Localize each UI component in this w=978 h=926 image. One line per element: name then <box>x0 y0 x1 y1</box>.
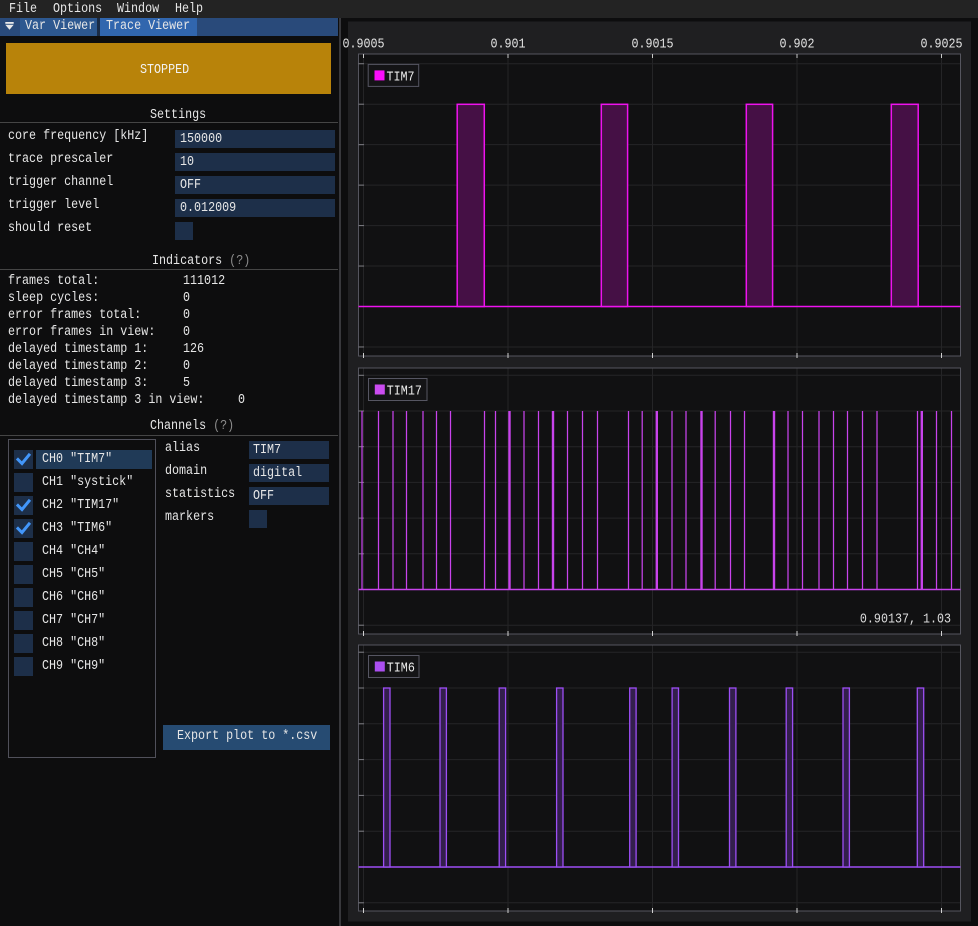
svg-text:TIM17: TIM17 <box>387 383 422 399</box>
svg-text:0.901: 0.901 <box>490 36 525 52</box>
svg-text:TIM6: TIM6 <box>387 660 415 676</box>
svg-text:0.9005: 0.9005 <box>342 36 384 52</box>
svg-text:0.9015: 0.9015 <box>631 36 673 52</box>
svg-text:0.902: 0.902 <box>779 36 814 52</box>
svg-text:0.9025: 0.9025 <box>920 36 962 52</box>
svg-text:TIM7: TIM7 <box>387 69 415 85</box>
svg-text:0.90137, 1.03: 0.90137, 1.03 <box>860 611 951 627</box>
